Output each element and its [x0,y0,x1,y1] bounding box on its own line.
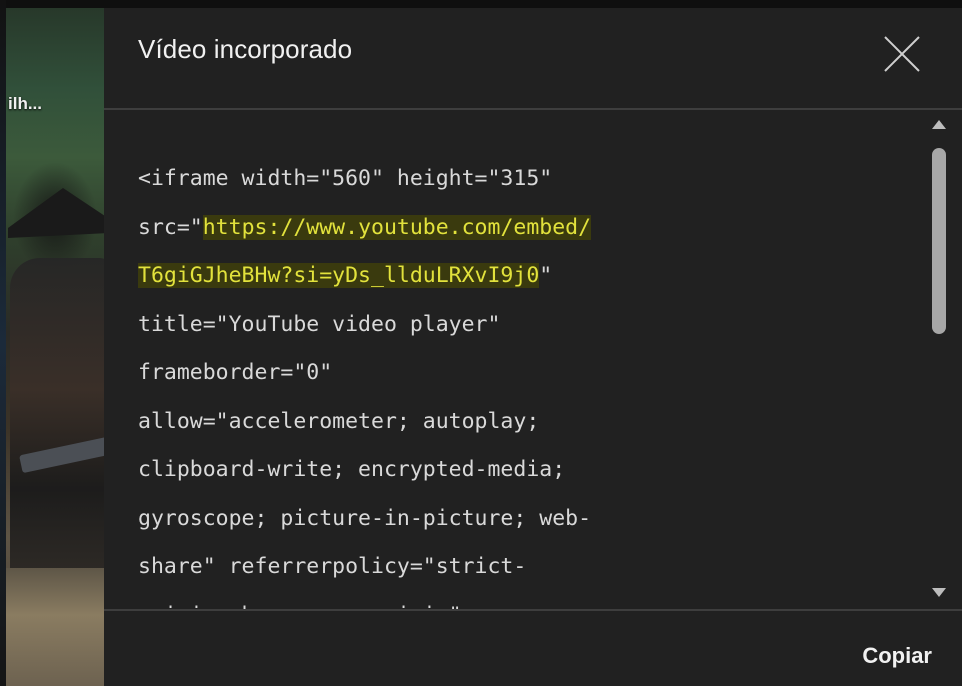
dialog-header: Vídeo incorporado [104,8,962,108]
code-segment: src=" [138,214,203,240]
thumbnail-figure-shape [10,258,104,588]
code-line: origin-when-cross-origin" [138,592,758,610]
code-segment: share" referrerpolicy="strict- [138,554,527,579]
scroll-up-arrow-icon[interactable] [932,120,946,129]
embed-code-textarea[interactable]: <iframe width="560" height="315" src="htt… [104,110,928,609]
code-line: share" referrerpolicy="strict- [138,543,758,592]
left-edge [0,0,6,686]
code-line: gyroscope; picture-in-picture; web- [138,495,758,544]
footer-divider [104,609,962,611]
top-strip [0,0,962,8]
embed-code-text[interactable]: <iframe width="560" height="315" src="htt… [138,155,758,609]
code-url-highlight: https://www.youtube.com/embed/ [202,214,592,240]
thumbnail-hat-shape [8,188,104,238]
dialog-title: Vídeo incorporado [138,34,353,64]
code-segment: gyroscope; picture-in-picture; web- [138,505,592,531]
code-segment: clipboard-write; encrypted-media; [138,457,566,482]
scroll-down-arrow-icon[interactable] [932,588,946,597]
code-line: title="YouTube video player" [138,301,758,350]
close-icon [884,36,920,72]
screen: ilh... Vídeo incorporado <iframe width="… [0,0,962,686]
copy-button[interactable]: Copiar [810,636,932,676]
code-line: allow="accelerometer; autoplay; [138,398,758,447]
code-segment: frameborder="0" [138,360,333,385]
code-url-highlight: T6giGJheBHw?si=yDs_llduLRXvI9j0 [138,263,540,288]
code-line: clipboard-write; encrypted-media; [138,446,758,495]
code-line: frameborder="0" [138,349,758,398]
code-scrollbar[interactable] [928,114,952,604]
background-video-title[interactable]: ilh... [8,94,42,114]
code-line: <iframe width="560" height="315" [138,155,758,204]
code-segment: allow="accelerometer; autoplay; [138,408,540,434]
code-segment: title="YouTube video player" [138,311,501,337]
code-line: src="https://www.youtube.com/embed/ [138,204,758,253]
background-video-thumbnail[interactable]: ilh... [0,8,104,686]
code-segment: " [539,263,553,288]
scrollbar-thumb[interactable] [932,148,946,334]
code-segment: <iframe width="560" height="315" [138,166,553,191]
thumbnail-ground [0,568,104,686]
embed-video-dialog: Vídeo incorporado <iframe width="560" he… [104,8,962,686]
code-line: T6giGJheBHw?si=yDs_llduLRXvI9j0" [138,252,758,301]
close-button[interactable] [880,32,924,76]
